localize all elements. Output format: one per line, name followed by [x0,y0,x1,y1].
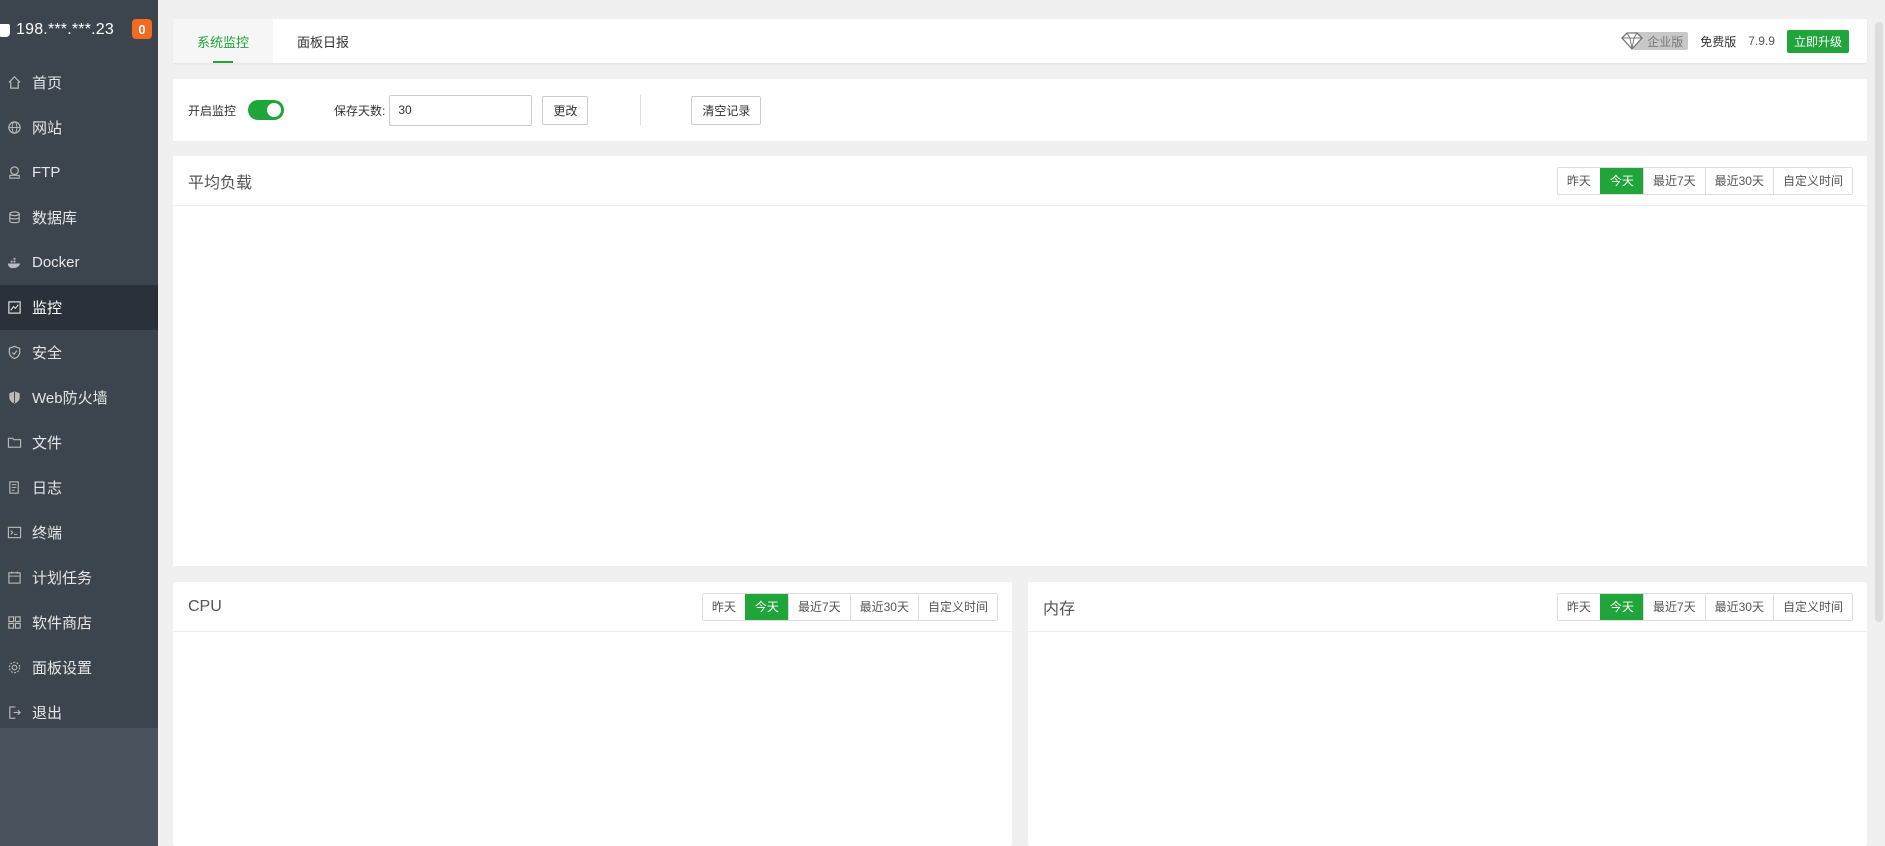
divider [640,95,642,125]
server-icon [0,21,12,39]
sidebar-item-terminal[interactable]: 终端 [0,510,158,555]
retention-days-input[interactable] [389,94,533,126]
range-30days-button[interactable]: 最近30天 [1704,167,1773,194]
range-custom-button[interactable]: 自定义时间 [917,593,997,620]
sidebar-item-label: 数据库 [32,210,78,227]
shield-icon [6,345,22,361]
sidebar-nav: 首页 网站 FTP 数据库 Docker 监控 安全 Web防火墙 文件 日志 … [0,60,158,735]
range-yesterday-button[interactable]: 昨天 [1557,593,1600,620]
sidebar-item-label: 首页 [32,75,63,92]
range-7days-button[interactable]: 最近7天 [787,593,850,620]
tab-system-monitor[interactable]: 系统监控 [173,19,274,63]
tab-panel-daily-report[interactable]: 面板日报 [273,19,373,63]
sidebar-item-label: FTP [32,164,61,181]
cpu-panel: CPU 昨天 今天 最近7天 最近30天 自定义时间 [173,582,1012,846]
sidebar-item-website[interactable]: 网站 [0,105,158,150]
range-custom-button[interactable]: 自定义时间 [1772,167,1852,194]
monitor-icon [6,300,22,316]
load-average-panel: 平均负载 昨天 今天 最近7天 最近30天 自定义时间 [173,156,1867,566]
sidebar-item-label: Web防火墙 [32,390,108,407]
sidebar-item-label: Docker [32,254,80,271]
gear-icon [6,660,22,676]
range-7days-button[interactable]: 最近7天 [1642,167,1705,194]
calendar-icon [6,570,22,586]
sidebar-item-label: 文件 [32,435,63,452]
sidebar-item-settings[interactable]: 面板设置 [0,645,158,690]
sidebar-item-database[interactable]: 数据库 [0,195,158,240]
home-icon [6,75,22,91]
range-today-button[interactable]: 今天 [1599,167,1643,194]
page-scrollbar[interactable] [1873,0,1885,846]
enterprise-label: 企业版 [1647,34,1684,49]
sidebar-item-ftp[interactable]: FTP [0,150,158,195]
range-7days-button[interactable]: 最近7天 [1642,593,1705,620]
log-icon [6,480,22,496]
sidebar-item-monitor[interactable]: 监控 [0,285,158,330]
sidebar-item-home[interactable]: 首页 [0,60,158,105]
logout-icon [6,705,22,721]
sidebar-item-label: 日志 [32,480,63,497]
sidebar-item-cron[interactable]: 计划任务 [0,555,158,600]
notification-badge[interactable]: 0 [132,19,152,39]
panel-title: CPU [188,597,222,615]
globe-icon [6,120,22,136]
change-button[interactable]: 更改 [542,95,589,125]
panel-title: 内存 [1043,600,1076,618]
monitor-toggle-switch[interactable] [248,100,285,120]
sidebar-item-label: 监控 [32,300,63,317]
sidebar-footer [0,728,158,846]
sidebar-item-label: 计划任务 [32,570,93,587]
sidebar-item-files[interactable]: 文件 [0,420,158,465]
sidebar-item-security[interactable]: 安全 [0,330,158,375]
clear-records-button[interactable]: 清空记录 [691,95,762,125]
sidebar-item-store[interactable]: 软件商店 [0,600,158,645]
database-icon [6,210,22,226]
firewall-icon [6,390,22,406]
range-today-button[interactable]: 今天 [744,593,788,620]
time-range-selector: 昨天 今天 最近7天 最近30天 自定义时间 [701,592,998,621]
enterprise-badge[interactable]: 企业版 [1621,32,1689,50]
folder-icon [6,435,22,451]
range-today-button[interactable]: 今天 [1599,593,1643,620]
range-yesterday-button[interactable]: 昨天 [702,593,745,620]
range-yesterday-button[interactable]: 昨天 [1557,167,1600,194]
sidebar: 198.***.***.23 0 首页 网站 FTP 数据库 Docker 监控 [0,0,158,846]
panel-header: 平均负载 昨天 今天 最近7天 最近30天 自定义时间 [173,156,1867,206]
version-number[interactable]: 7.9.9 [1748,34,1775,48]
range-30days-button[interactable]: 最近30天 [1704,593,1773,620]
sidebar-item-logs[interactable]: 日志 [0,465,158,510]
sidebar-item-label: 终端 [32,525,63,542]
apps-icon [6,615,22,631]
monitor-toggle-label: 开启监控 [188,103,237,118]
time-range-selector: 昨天 今天 最近7天 最近30天 自定义时间 [1556,166,1853,195]
sidebar-item-label: 安全 [32,345,63,362]
sidebar-item-docker[interactable]: Docker [0,240,158,285]
scroll-thumb[interactable] [1875,22,1883,622]
docker-icon [6,255,22,271]
edition-label: 免费版 [1700,34,1737,49]
ftp-icon [6,165,22,181]
server-ip: 198.***.***.23 [16,21,114,38]
sidebar-item-firewall[interactable]: Web防火墙 [0,375,158,420]
monitor-controls: 开启监控 保存天数: 更改 清空记录 [173,79,1867,141]
sidebar-item-label: 软件商店 [32,615,93,632]
panel-title: 平均负载 [188,174,253,192]
top-tab-bar: 系统监控 面板日报 企业版 免费版 7.9.9 立即升级 [173,19,1867,63]
diamond-icon [1621,32,1644,50]
panel-header: CPU 昨天 今天 最近7天 最近30天 自定义时间 [173,582,1012,632]
sidebar-item-label: 面板设置 [32,660,93,677]
retention-days-label: 保存天数: [334,103,386,118]
range-custom-button[interactable]: 自定义时间 [1772,593,1852,620]
terminal-icon [6,525,22,541]
memory-panel: 内存 昨天 今天 最近7天 最近30天 自定义时间 [1028,582,1867,846]
version-info: 企业版 免费版 7.9.9 立即升级 [1621,29,1867,53]
range-30days-button[interactable]: 最近30天 [849,593,918,620]
time-range-selector: 昨天 今天 最近7天 最近30天 自定义时间 [1556,592,1853,621]
upgrade-button[interactable]: 立即升级 [1786,29,1849,53]
sidebar-item-label: 退出 [32,705,63,722]
panel-header: 内存 昨天 今天 最近7天 最近30天 自定义时间 [1028,582,1867,632]
sidebar-item-label: 网站 [32,120,63,137]
